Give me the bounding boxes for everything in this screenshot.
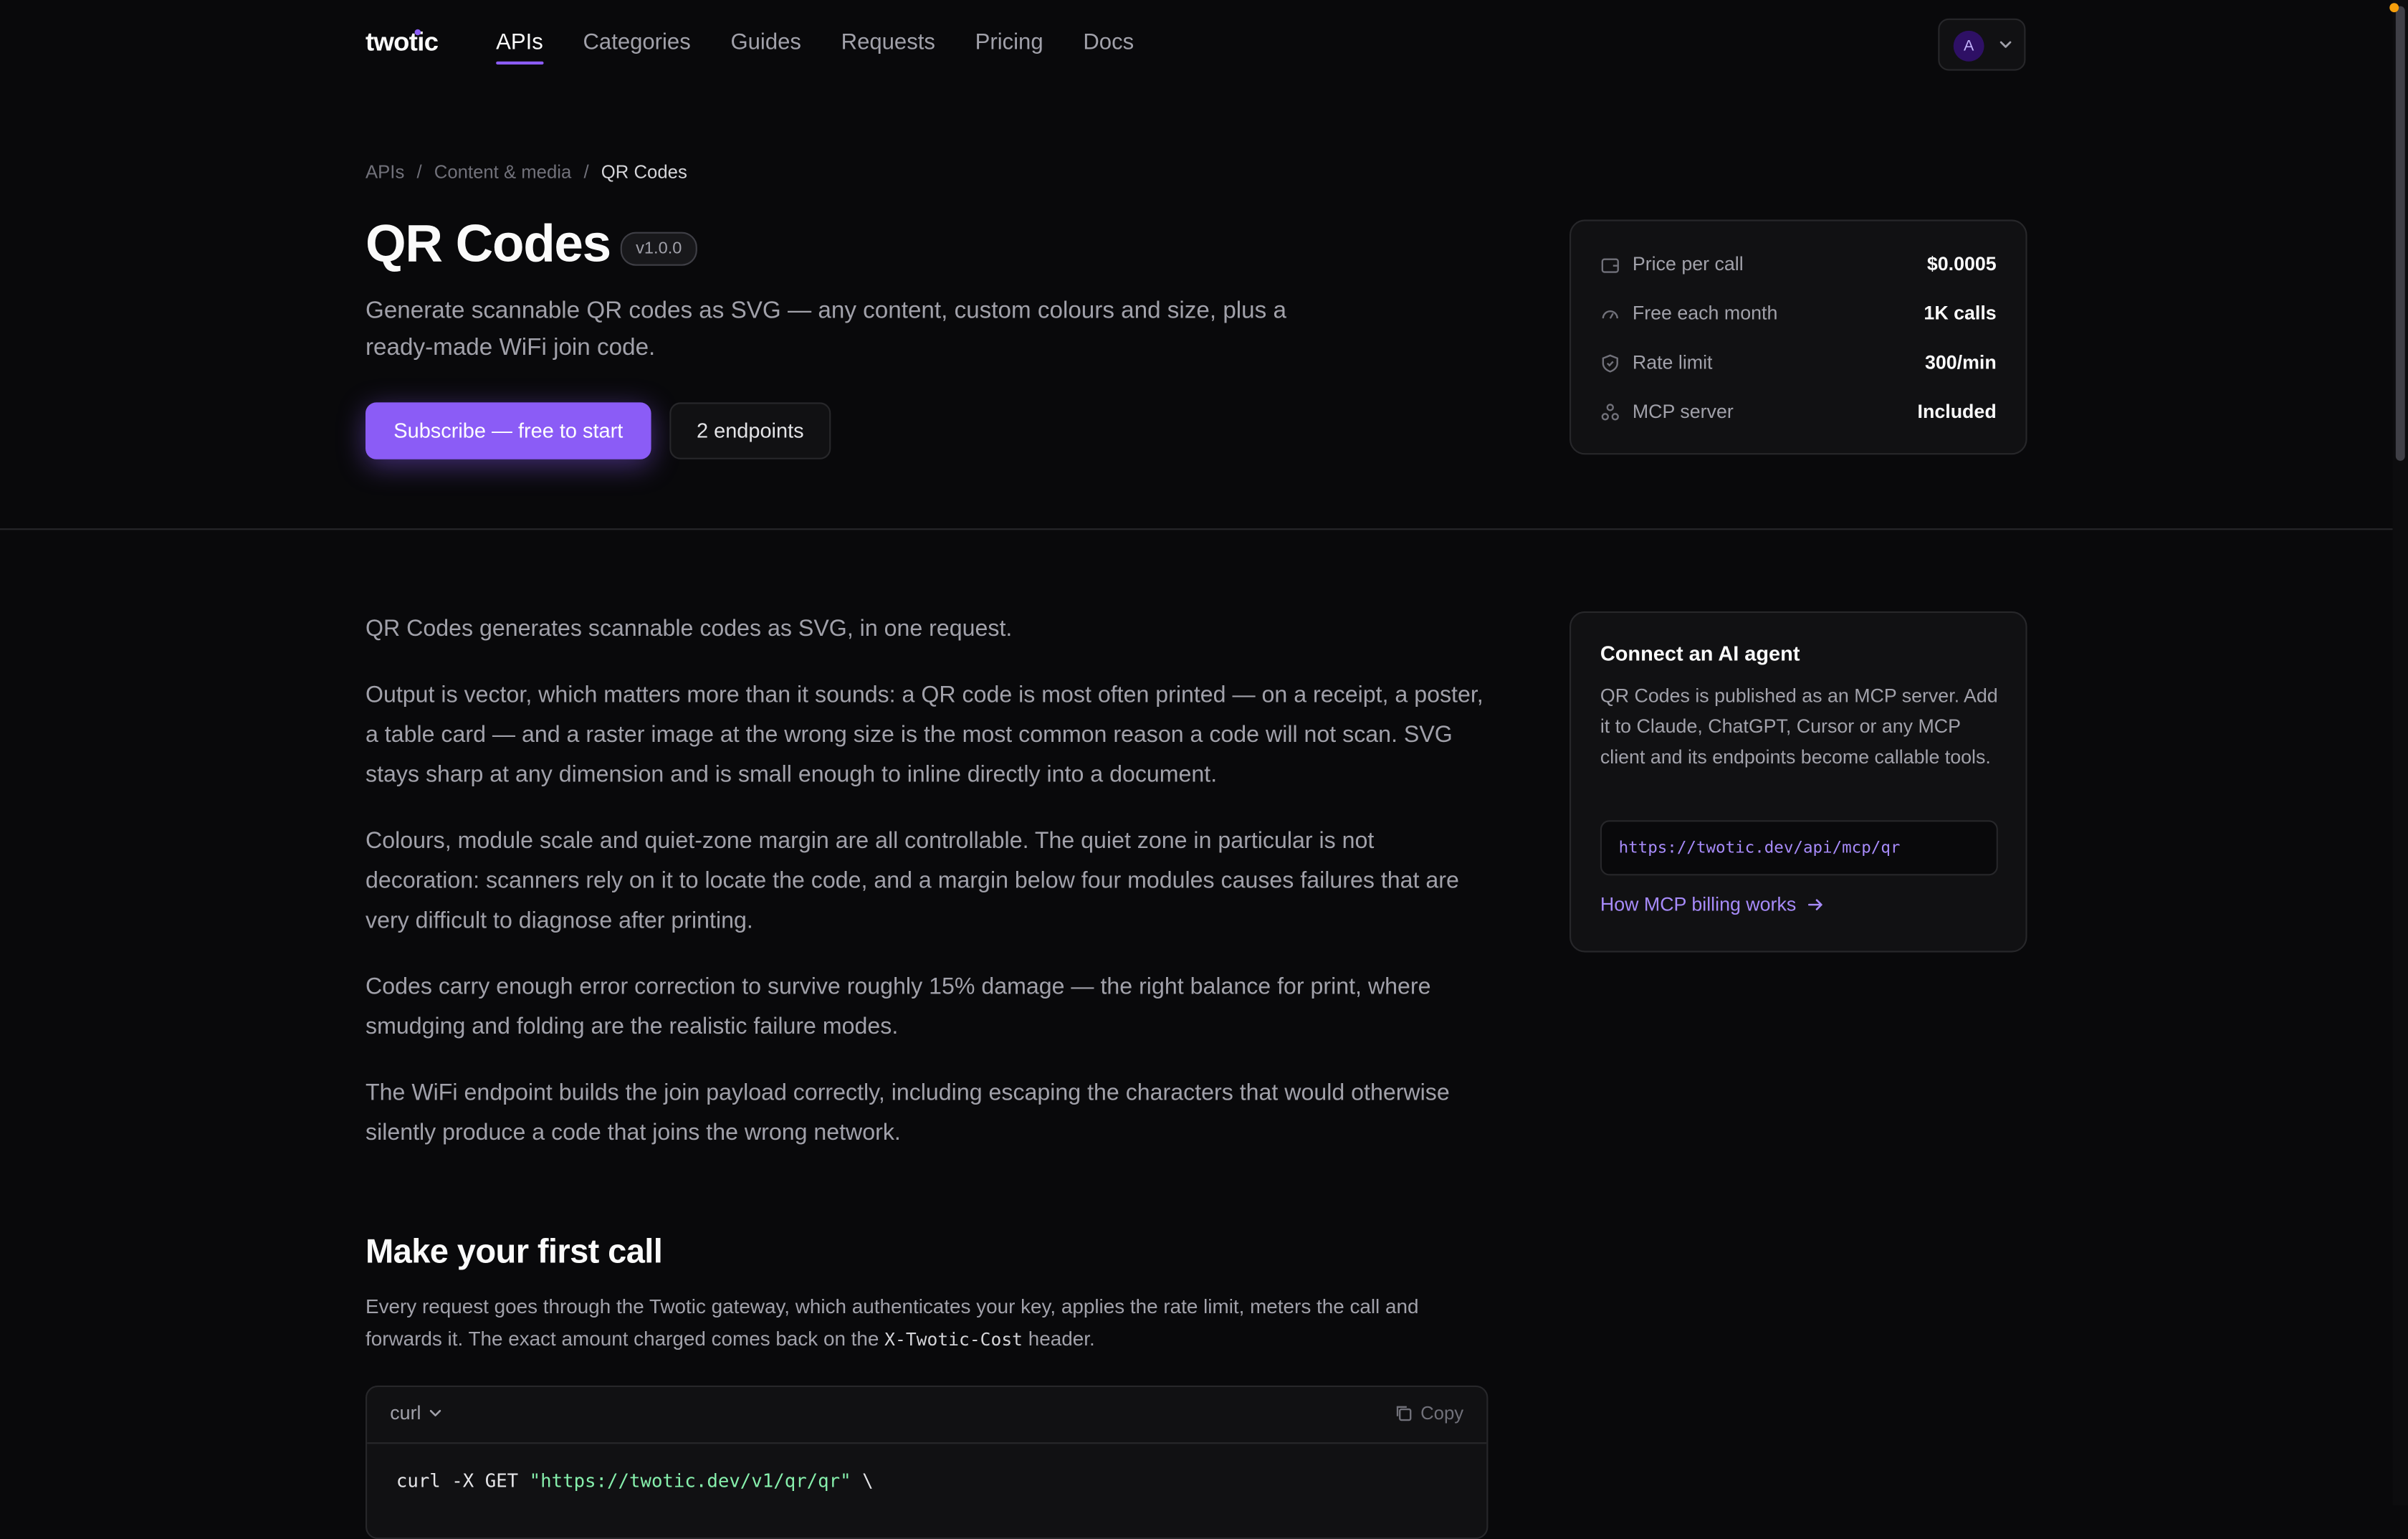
copy-button-label: Copy (1420, 1402, 1464, 1424)
stat-label: Free each month (1632, 302, 1778, 325)
avatar: A (1953, 30, 1984, 62)
page-title: QR Codes (365, 215, 611, 274)
stat-value: $0.0005 (1926, 253, 1997, 275)
first-call-description: Every request goes through the Twotic ga… (366, 1290, 1494, 1356)
description-paragraph: Output is vector, which matters more tha… (365, 682, 1484, 788)
stat-label: MCP server (1632, 401, 1734, 423)
nav-link-pricing[interactable]: Pricing (975, 31, 1043, 55)
nav-link-categories[interactable]: Categories (583, 31, 690, 55)
nav-link-guides[interactable]: Guides (730, 31, 801, 55)
mcp-billing-link[interactable]: How MCP billing works (1600, 894, 1825, 915)
description-paragraph: QR Codes generates scannable codes as SV… (365, 616, 1013, 642)
arrow-right-icon (1808, 899, 1822, 910)
scrollbar-thumb[interactable] (2395, 6, 2405, 461)
code-command: curl -X GET (396, 1469, 530, 1492)
code-continuation: \ (851, 1469, 874, 1492)
gauge-icon (1602, 309, 1618, 318)
language-select-value: curl (390, 1402, 421, 1424)
notification-dot (2389, 3, 2399, 13)
code-url: "https://twotic.dev/v1/qr/qr" (529, 1469, 851, 1492)
description-paragraph: Codes carry enough error correction to s… (365, 973, 1431, 1040)
mcp-card-title: Connect an AI agent (1600, 642, 1800, 665)
mcp-url-field[interactable]: https://twotic.dev/api/mcp/qr (1600, 820, 1998, 876)
breadcrumb-separator: / (583, 161, 589, 183)
breadcrumb-current: QR Codes (601, 161, 687, 183)
breadcrumb-apis[interactable]: APIs (366, 161, 404, 183)
mcp-billing-link-label: How MCP billing works (1600, 894, 1797, 916)
page-tagline: Generate scannable QR codes as SVG — any… (365, 297, 1286, 361)
stat-value: 1K calls (1924, 302, 1997, 325)
breadcrumb-content-media[interactable]: Content & media (434, 161, 572, 183)
stat-label: Rate limit (1632, 351, 1713, 373)
logo[interactable]: twotic (365, 27, 439, 59)
nav-link-apis[interactable]: APIs (496, 31, 543, 65)
scrollbar[interactable] (2392, 0, 2408, 1505)
endpoints-button[interactable]: 2 endpoints (669, 402, 831, 459)
nav-links: APIs Categories Guides Requests Pricing … (496, 31, 1134, 65)
code-sample-panel: curl Copy curl -X GET "https://twotic.de… (365, 1385, 1489, 1539)
first-call-text-after: header. (1023, 1327, 1095, 1350)
logo-dot (414, 29, 421, 36)
header-name-code: X-Twotic-Cost (884, 1328, 1023, 1350)
subscribe-button[interactable]: Subscribe — free to start (365, 402, 651, 459)
copy-button[interactable]: Copy (1395, 1402, 1463, 1424)
code-line: curl -X GET "https://twotic.dev/v1/qr/qr… (396, 1470, 874, 1492)
logo-text: twotic (365, 27, 439, 57)
pricing-summary-card: Price per call $0.0005 Free each month 1… (1570, 219, 2027, 455)
nodes-icon (1601, 403, 1619, 420)
shield-icon (1602, 353, 1618, 372)
account-menu[interactable]: A (1938, 18, 2026, 71)
copy-icon (1396, 1406, 1412, 1421)
stat-value: 300/min (1924, 351, 1997, 373)
section-divider (0, 528, 2393, 530)
chevron-down-icon (430, 1409, 441, 1416)
stat-value: Included (1917, 401, 1997, 423)
version-badge: v1.0.0 (620, 232, 697, 266)
breadcrumb: APIs / Content & media / QR Codes (366, 161, 687, 183)
stat-price-per-call: Price per call $0.0005 (1600, 249, 1997, 280)
chevron-down-icon (2000, 41, 2012, 48)
stat-rate-limit: Rate limit 300/min (1600, 347, 1997, 378)
nav-link-requests[interactable]: Requests (841, 31, 935, 55)
stat-mcp-server: MCP server Included (1600, 396, 1997, 427)
mcp-card-text: QR Codes is published as an MCP server. … (1600, 685, 1998, 768)
section-heading-first-call: Make your first call (365, 1231, 663, 1271)
breadcrumb-separator: / (416, 161, 422, 183)
code-sample-header: curl Copy (367, 1387, 1487, 1444)
api-description: QR Codes generates scannable codes as SV… (366, 610, 1494, 1180)
stat-free-each-month: Free each month 1K calls (1600, 298, 1997, 329)
nav-link-docs[interactable]: Docs (1083, 31, 1134, 55)
wallet-icon (1601, 257, 1619, 272)
top-nav: twotic APIs Categories Guides Requests P… (0, 0, 2393, 92)
language-select[interactable]: curl (390, 1402, 442, 1424)
description-paragraph: Colours, module scale and quiet-zone mar… (365, 828, 1459, 934)
stat-label: Price per call (1632, 253, 1744, 275)
description-paragraph: The WiFi endpoint builds the join payloa… (365, 1080, 1450, 1146)
mcp-card: Connect an AI agent QR Codes is publishe… (1570, 611, 2027, 953)
